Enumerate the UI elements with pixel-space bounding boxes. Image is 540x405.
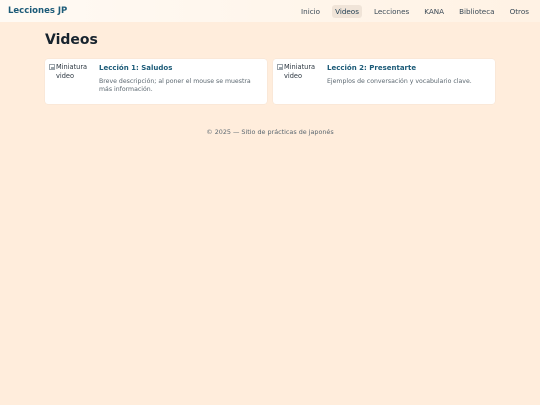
nav-item-biblioteca[interactable]: Biblioteca	[456, 5, 497, 18]
page-title: Videos	[45, 32, 98, 48]
thumbnail-alt-text: Miniatura video	[56, 63, 88, 80]
video-card[interactable]: Miniatura video Lección 2: Presentarte E…	[273, 59, 495, 104]
video-thumbnail[interactable]: Miniatura video	[277, 63, 323, 100]
broken-image-icon	[277, 64, 283, 70]
video-title[interactable]: Lección 2: Presentarte	[327, 64, 491, 72]
nav-item-lecciones[interactable]: Lecciones	[371, 5, 412, 18]
nav-item-otros[interactable]: Otros	[507, 5, 532, 18]
video-card-body: Lección 2: Presentarte Ejemplos de conve…	[323, 63, 491, 100]
video-thumbnail[interactable]: Miniatura video	[49, 63, 95, 100]
main-nav: Inicio Videos Lecciones KANA Biblioteca …	[293, 4, 532, 18]
thumbnail-alt-text: Miniatura video	[284, 63, 316, 80]
nav-item-videos[interactable]: Videos	[332, 4, 362, 18]
top-navbar: Lecciones JP Inicio Videos Lecciones KAN…	[0, 0, 540, 22]
site-footer: © 2025 — Sitio de prácticas de japonés	[206, 128, 334, 136]
video-card-body: Lección 1: Saludos Breve descripción; al…	[95, 63, 263, 100]
site-brand[interactable]: Lecciones JP	[8, 6, 67, 16]
nav-item-kana[interactable]: KANA	[421, 5, 447, 18]
video-card[interactable]: Miniatura video Lección 1: Saludos Breve…	[45, 59, 267, 104]
video-description: Breve descripción; al poner el mouse se …	[99, 78, 251, 93]
video-card-list: Miniatura video Lección 1: Saludos Breve…	[45, 59, 495, 104]
broken-image-icon	[49, 64, 55, 70]
nav-item-inicio[interactable]: Inicio	[298, 5, 323, 18]
video-description: Ejemplos de conversación y vocabulario c…	[327, 78, 472, 85]
video-title[interactable]: Lección 1: Saludos	[99, 64, 263, 72]
